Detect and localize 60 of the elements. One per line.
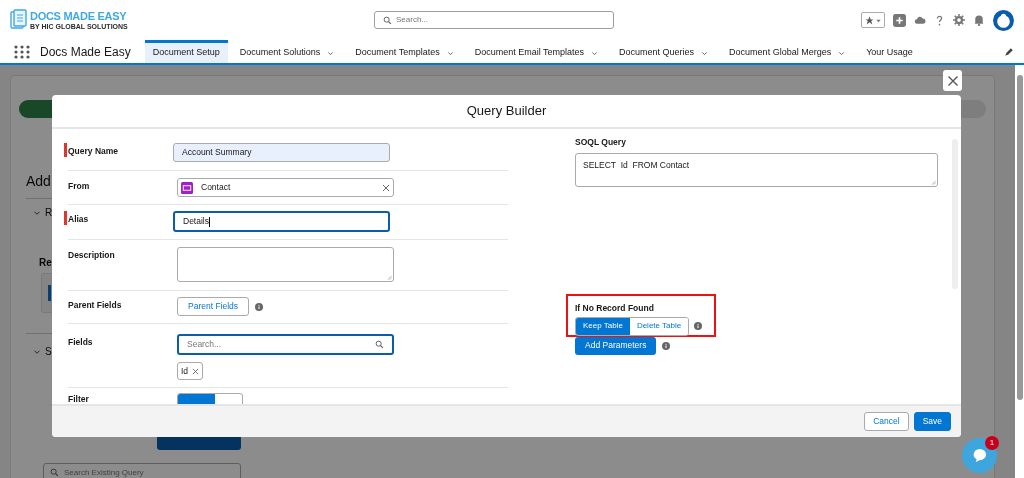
search-icon [383, 15, 392, 25]
pencil-icon[interactable] [1004, 46, 1014, 57]
info-icon [662, 341, 671, 350]
parent-fields-button[interactable]: Parent Fields [177, 297, 250, 316]
field-label: Description [68, 249, 116, 261]
field-label: SOQL Query [575, 136, 627, 149]
plus-icon[interactable] [893, 13, 906, 27]
chat-bubble-icon [972, 448, 987, 463]
search-icon [50, 468, 59, 477]
field-label: From [68, 180, 91, 192]
nav-tab[interactable]: Document Templates [347, 40, 463, 63]
section-heading: Add [26, 173, 51, 189]
app-launcher-icon[interactable] [14, 44, 30, 59]
favorites-button[interactable] [861, 12, 885, 28]
section-title[interactable]: S [45, 346, 52, 358]
remove-icon[interactable] [192, 367, 200, 375]
brand-name: DOCS MADE EASY [30, 10, 128, 22]
notification-badge: 1 [985, 436, 999, 450]
close-icon [946, 74, 959, 87]
contact-card-icon [181, 181, 193, 194]
field-label: Parent Fields [68, 299, 123, 311]
nav-tab[interactable]: Document Global Merges [721, 40, 855, 63]
document-logo-icon [10, 9, 27, 31]
settings-icon[interactable] [953, 14, 965, 26]
panel-marker [48, 285, 51, 301]
toggle-option[interactable]: Keep Table [576, 317, 630, 335]
field-label: Filter [68, 393, 90, 404]
star-icon [864, 15, 874, 25]
resize-handle-icon [386, 274, 392, 280]
lookup-field[interactable]: Contact [177, 178, 394, 197]
field-label: Fields [68, 336, 94, 348]
cloud-icon[interactable] [914, 14, 926, 26]
field-label: If No Record Found [575, 301, 655, 315]
input-field[interactable]: Details [173, 211, 390, 232]
resize-handle-icon [930, 178, 936, 185]
cancel-button[interactable]: Cancel [864, 412, 909, 431]
info-icon [255, 302, 264, 311]
avatar-icon[interactable] [993, 9, 1014, 31]
bell-icon[interactable] [973, 14, 985, 26]
text-area[interactable] [177, 247, 394, 282]
help-icon[interactable] [934, 13, 945, 27]
section-title[interactable]: R [45, 207, 53, 219]
nav-tab[interactable]: Your Usage [858, 40, 921, 63]
input-field[interactable]: Account Summary [173, 143, 390, 162]
modal-title: Query Builder [466, 102, 547, 121]
nav-tab[interactable]: Document Solutions [231, 40, 344, 63]
info-icon [694, 322, 703, 330]
save-button[interactable]: Save [913, 412, 951, 431]
clear-icon[interactable] [382, 183, 390, 192]
nav-tab[interactable]: Document Email Templates [466, 40, 608, 63]
field-pill[interactable]: Id [177, 362, 204, 380]
close-button[interactable] [943, 70, 962, 91]
search-icon [375, 340, 384, 349]
nav-tab[interactable]: Document Queries [611, 40, 718, 63]
search-field[interactable]: Search... [177, 334, 394, 355]
subheading: Re [39, 256, 52, 269]
soql-text-area[interactable]: SELECT Id FROM Contact [575, 152, 938, 187]
search-field[interactable]: Search... [374, 11, 614, 29]
app-name: Docs Made Easy [40, 43, 131, 61]
nav-tab[interactable]: Document Setup [144, 40, 228, 63]
